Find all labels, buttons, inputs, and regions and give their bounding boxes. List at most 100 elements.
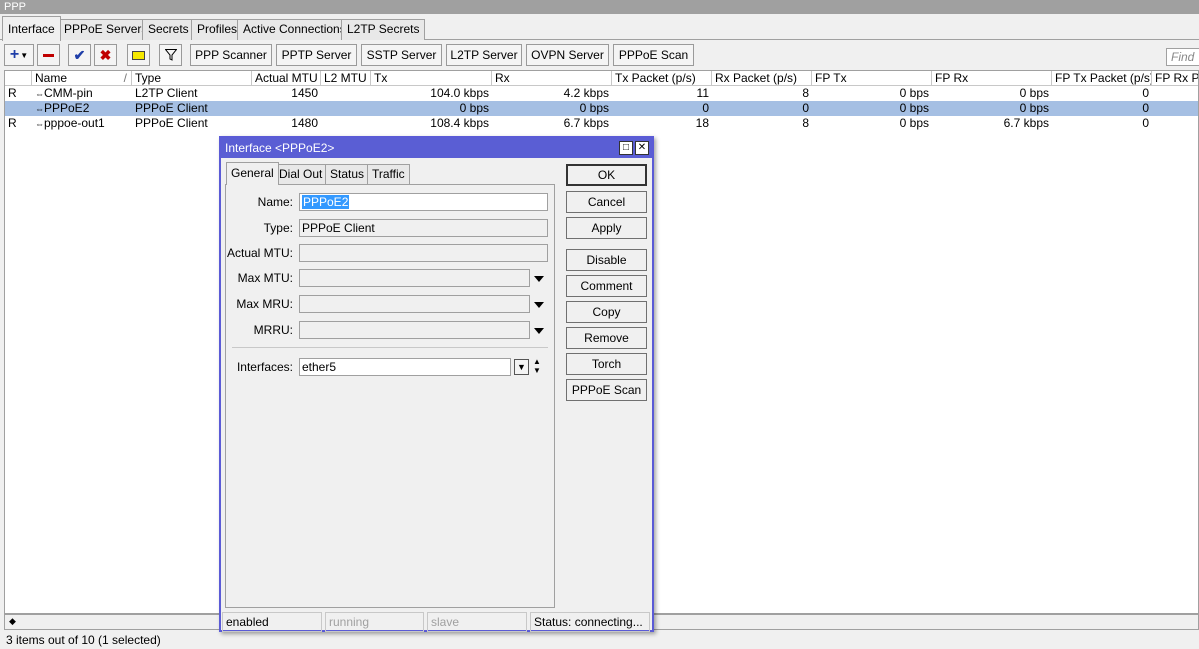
max-mtu-field[interactable]: [299, 269, 530, 287]
col-fp-tx[interactable]: FP Tx: [812, 71, 932, 86]
down-arrow-icon[interactable]: ▼: [533, 366, 541, 375]
copy-button[interactable]: Copy: [566, 301, 647, 323]
pptp-server-button[interactable]: PPTP Server: [276, 44, 357, 66]
row-fp-rx: 0 bps: [1019, 101, 1049, 115]
max-mru-field[interactable]: [299, 295, 530, 313]
tab-secrets[interactable]: Secrets: [142, 19, 195, 40]
col-fp-rx[interactable]: FP Rx: [932, 71, 1052, 86]
row-flag: [5, 101, 32, 116]
row-name: ⇔PPPoE2: [32, 101, 132, 116]
ovpn-server-button[interactable]: OVPN Server: [526, 44, 609, 66]
row-rx: 0 bps: [579, 101, 609, 115]
table-row[interactable]: R ⇔pppoe-out1 PPPoE Client 1480 108.4 kb…: [5, 116, 1198, 131]
status-running: running: [325, 612, 424, 632]
pppoe-scan-button[interactable]: PPPoE Scan: [613, 44, 694, 66]
separator: [232, 347, 548, 348]
chevron-down-icon: ▼: [20, 50, 29, 60]
row-flag: R: [8, 86, 17, 100]
tab-pppoe-servers[interactable]: PPPoE Servers: [58, 19, 154, 40]
sstp-server-button[interactable]: SSTP Server: [361, 44, 442, 66]
up-arrow-icon[interactable]: ▲: [533, 357, 541, 366]
remove-button[interactable]: Remove: [566, 327, 647, 349]
tab-active-connections[interactable]: Active Connections: [237, 19, 352, 40]
remove-button[interactable]: [37, 44, 60, 66]
cancel-button[interactable]: Cancel: [566, 191, 647, 213]
dialog-tab-general[interactable]: General: [226, 162, 279, 185]
window-title: PPP: [0, 0, 1199, 14]
row-fp-rx: 6.7 kbps: [1003, 116, 1049, 130]
ppp-link-icon: ⇔: [35, 89, 44, 99]
enable-button[interactable]: ✔: [68, 44, 91, 66]
table-row-selected[interactable]: ⇔PPPoE2 PPPoE Client 0 bps 0 bps 0 0 0 b…: [5, 101, 1198, 116]
tab-l2tp-secrets[interactable]: L2TP Secrets: [341, 19, 426, 40]
close-icon: ✕: [637, 142, 647, 153]
status-bar: 3 items out of 10 (1 selected): [6, 633, 161, 647]
close-button[interactable]: ✕: [635, 141, 649, 155]
find-input[interactable]: Find: [1166, 48, 1199, 66]
col-tx[interactable]: Tx: [371, 71, 492, 86]
col-tx-packet[interactable]: Tx Packet (p/s): [612, 71, 712, 86]
col-name[interactable]: Name /: [32, 71, 132, 86]
interface-dialog: Interface <PPPoE2> □ ✕ General Dial Out …: [219, 136, 654, 632]
comment-button[interactable]: [127, 44, 150, 66]
dialog-title: Interface <PPPoE2>: [221, 138, 652, 158]
ok-button[interactable]: OK: [566, 164, 647, 186]
interfaces-label: Interfaces:: [236, 360, 293, 374]
row-rx-packet: 8: [802, 86, 809, 100]
max-mru-dropdown-icon[interactable]: [534, 302, 544, 308]
table-row[interactable]: R ⇔CMM-pin L2TP Client 1450 104.0 kbps 4…: [5, 86, 1198, 101]
tab-profiles[interactable]: Profiles: [191, 19, 244, 40]
mrru-label: MRRU:: [253, 323, 293, 337]
mrru-dropdown-icon[interactable]: [534, 328, 544, 334]
disable-button[interactable]: ✖: [94, 44, 117, 66]
pppoe-scan-button[interactable]: PPPoE Scan: [566, 379, 647, 401]
disable-button[interactable]: Disable: [566, 249, 647, 271]
max-mtu-dropdown-icon[interactable]: [534, 276, 544, 282]
row-tx-packet: 0: [702, 101, 709, 115]
row-flag: R: [8, 116, 17, 130]
l2tp-server-button[interactable]: L2TP Server: [446, 44, 522, 66]
col-rx[interactable]: Rx: [492, 71, 612, 86]
col-type[interactable]: Type: [132, 71, 252, 86]
torch-button[interactable]: Torch: [566, 353, 647, 375]
row-actual-mtu: 1480: [291, 116, 318, 130]
scroll-left-icon[interactable]: ◆: [9, 616, 16, 627]
dialog-tab-traffic[interactable]: Traffic: [367, 164, 410, 184]
col-l2-mtu[interactable]: L2 MTU: [321, 71, 371, 86]
filter-icon: [164, 49, 177, 61]
comment-button[interactable]: Comment: [566, 275, 647, 297]
status-slave: slave: [427, 612, 527, 632]
name-field[interactable]: PPPoE2: [299, 193, 548, 211]
main-tab-bar: Interface PPPoE Servers Secrets Profiles…: [0, 14, 1199, 41]
interfaces-dropdown-button[interactable]: ▼: [514, 359, 529, 375]
actual-mtu-label: Actual MTU:: [226, 246, 293, 260]
row-actual-mtu: [252, 101, 321, 116]
row-type: PPPoE Client: [135, 116, 208, 130]
maximize-button[interactable]: □: [619, 141, 633, 155]
dialog-tab-dial-out[interactable]: Dial Out: [274, 164, 328, 184]
interfaces-field[interactable]: ether5: [299, 358, 511, 376]
note-icon: [132, 50, 145, 60]
row-fp-tx-packet: 0: [1142, 101, 1149, 115]
col-flag[interactable]: [5, 71, 32, 86]
plus-icon: +: [9, 46, 20, 63]
mrru-field[interactable]: [299, 321, 530, 339]
col-rx-packet[interactable]: Rx Packet (p/s): [712, 71, 812, 86]
apply-button[interactable]: Apply: [566, 217, 647, 239]
filter-button[interactable]: [159, 44, 182, 66]
interfaces-spinner[interactable]: ▲ ▼: [533, 357, 541, 375]
ppp-scanner-button[interactable]: PPP Scanner: [190, 44, 272, 66]
row-actual-mtu: 1450: [291, 86, 318, 100]
type-label: Type:: [263, 221, 293, 235]
check-icon: ✔: [73, 46, 86, 63]
dialog-tab-status[interactable]: Status: [325, 164, 370, 184]
col-actual-mtu[interactable]: Actual MTU: [252, 71, 321, 86]
add-button[interactable]: + ▼: [4, 44, 34, 66]
row-name: ⇔pppoe-out1: [32, 116, 132, 131]
row-fp-tx-packet: 0: [1142, 86, 1149, 100]
row-tx-packet: 18: [695, 116, 709, 130]
col-fp-rx-packet[interactable]: FP Rx Pa: [1152, 71, 1198, 86]
tab-interface[interactable]: Interface: [2, 16, 61, 41]
table-header: Name / Type Actual MTU L2 MTU Tx Rx Tx Pa…: [5, 71, 1198, 86]
col-fp-tx-packet[interactable]: FP Tx Packet (p/s): [1052, 71, 1152, 86]
